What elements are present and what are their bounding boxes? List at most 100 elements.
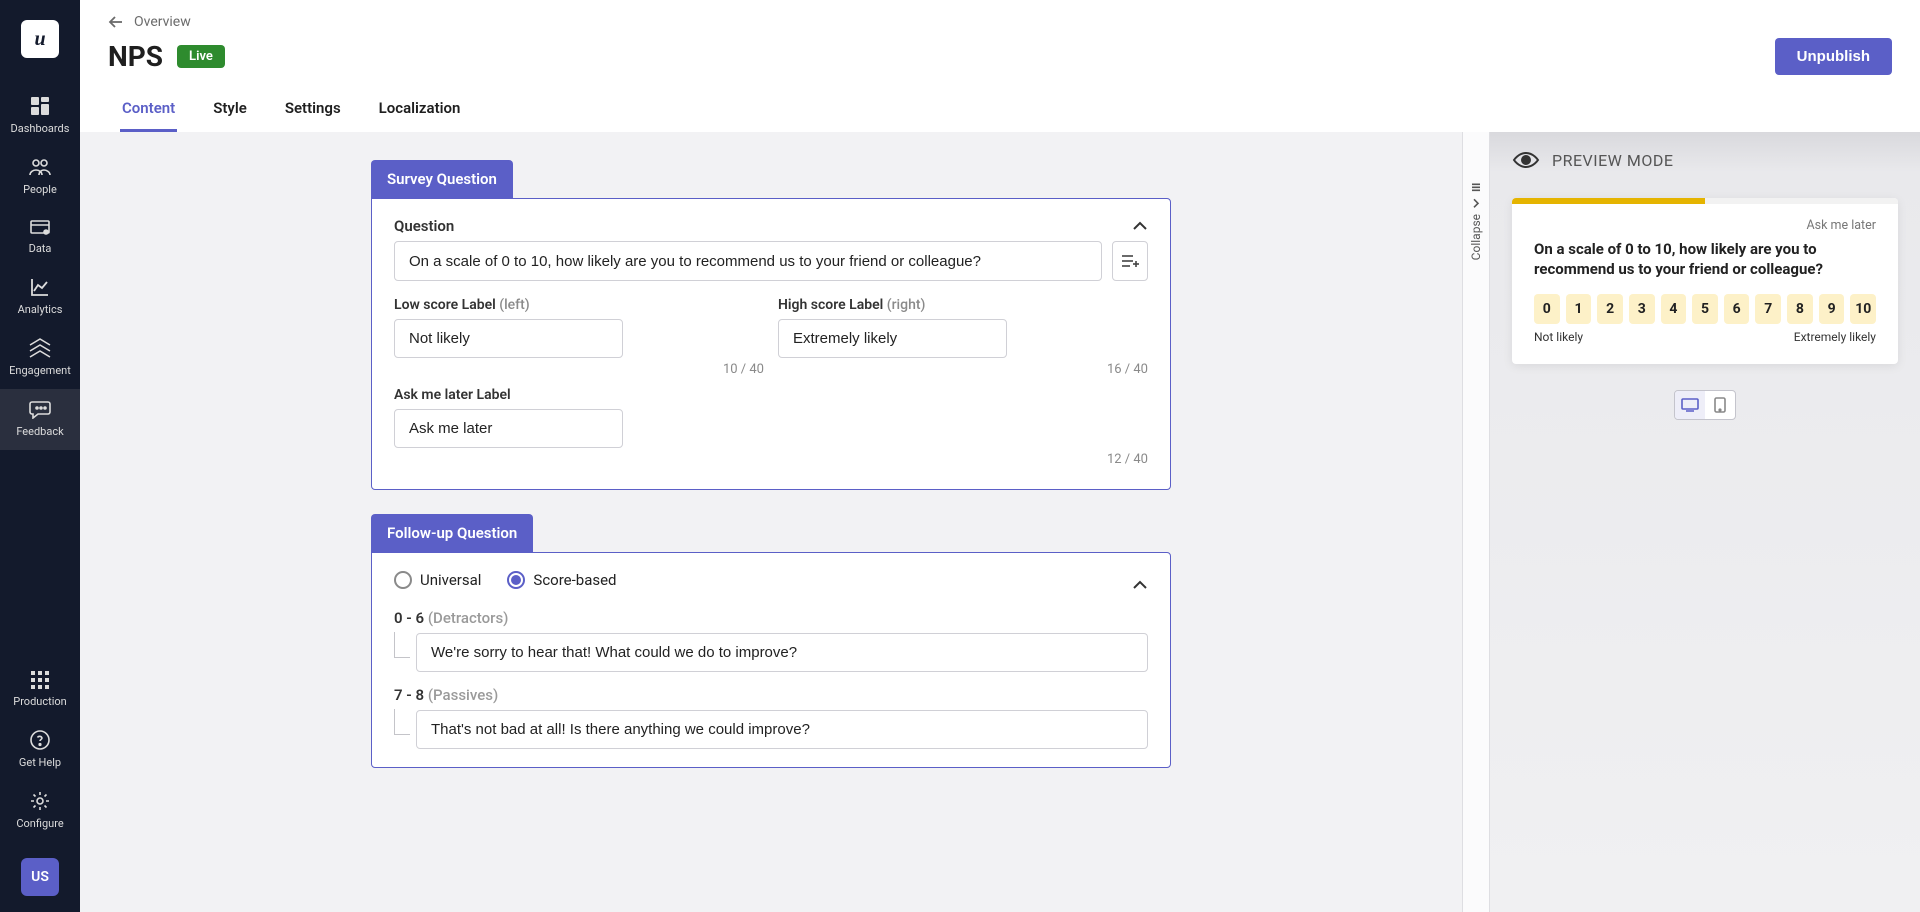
sidebar-item-label: Data	[29, 242, 52, 255]
sidebar-item-data[interactable]: Data	[0, 208, 80, 267]
insert-variable-button[interactable]	[1112, 241, 1148, 281]
low-score-counter: 10 / 40	[394, 362, 764, 377]
chevron-up-icon[interactable]	[1132, 221, 1148, 231]
followup-type-radio: Universal Score-based	[394, 571, 617, 589]
main: Overview NPS Live Unpublish Content Styl…	[80, 0, 1920, 912]
followup-question-card: Universal Score-based 0 - 6 (Detractors)	[371, 552, 1171, 768]
sidebar-item-people[interactable]: People	[0, 147, 80, 208]
sidebar-item-label: People	[23, 183, 57, 196]
breadcrumb[interactable]: Overview	[108, 14, 1892, 30]
device-desktop[interactable]	[1675, 391, 1705, 419]
sidebar-item-label: Production	[13, 695, 66, 708]
chevron-right-icon	[1471, 198, 1481, 208]
arrow-left-icon	[108, 15, 124, 29]
sidebar-item-configure[interactable]: Configure	[0, 781, 80, 842]
card-tab-label: Follow-up Question	[371, 514, 533, 552]
score-9[interactable]: 9	[1819, 294, 1845, 324]
sidebar-item-production[interactable]: Production	[0, 661, 80, 720]
score-7[interactable]: 7	[1755, 294, 1781, 324]
followup-question-block: Follow-up Question Universal Score-based	[371, 514, 1171, 768]
score-5[interactable]: 5	[1692, 294, 1718, 324]
chevron-up-icon[interactable]	[1132, 580, 1148, 590]
radio-icon	[507, 571, 525, 589]
question-input[interactable]	[394, 241, 1102, 281]
feedback-icon	[29, 399, 51, 419]
topbar: Overview NPS Live Unpublish Content Styl…	[80, 0, 1920, 132]
editor-column: Survey Question Question	[80, 132, 1462, 912]
tab-localization[interactable]: Localization	[377, 89, 463, 132]
survey-question-block: Survey Question Question	[371, 160, 1171, 490]
sidebar-item-feedback[interactable]: Feedback	[0, 389, 80, 450]
preview-column: PREVIEW MODE Ask me later On a scale of …	[1490, 132, 1920, 912]
help-icon	[30, 730, 50, 750]
people-icon	[29, 157, 51, 177]
score-0[interactable]: 0	[1534, 294, 1560, 324]
collapse-label: Collapse	[1469, 214, 1483, 260]
detractors-note: (Detractors)	[428, 609, 509, 627]
sidebar-item-label: Analytics	[18, 303, 63, 316]
ask-later-input[interactable]	[394, 409, 623, 448]
preview-question: On a scale of 0 to 10, how likely are yo…	[1534, 239, 1876, 280]
question-label: Question	[394, 217, 454, 235]
tab-settings[interactable]: Settings	[283, 89, 343, 132]
preview-mode-label: PREVIEW MODE	[1552, 151, 1673, 170]
sidebar-item-analytics[interactable]: Analytics	[0, 267, 80, 328]
sidebar-item-engagement[interactable]: Engagement	[0, 328, 80, 389]
data-icon	[29, 218, 51, 236]
org-badge[interactable]: US	[21, 858, 59, 896]
score-1[interactable]: 1	[1566, 294, 1592, 324]
score-10[interactable]: 10	[1850, 294, 1876, 324]
menu-icon	[1471, 182, 1481, 192]
radio-universal[interactable]: Universal	[394, 571, 481, 589]
score-3[interactable]: 3	[1629, 294, 1655, 324]
branch-icon	[394, 709, 410, 735]
gear-icon	[30, 791, 50, 811]
high-score-label: High score Label	[778, 297, 883, 313]
score-8[interactable]: 8	[1787, 294, 1813, 324]
detractors-range: 0 - 6	[394, 609, 424, 627]
page-title: NPS	[108, 40, 163, 73]
analytics-icon	[30, 277, 50, 297]
radio-icon	[394, 571, 412, 589]
unpublish-button[interactable]: Unpublish	[1775, 38, 1892, 75]
passives-range: 7 - 8	[394, 686, 424, 704]
preview-low-label: Not likely	[1534, 330, 1583, 344]
engagement-icon	[29, 338, 51, 358]
high-score-counter: 16 / 40	[778, 362, 1148, 377]
eye-icon	[1512, 150, 1540, 170]
sidebar: u Dashboards People Data Analytics Engag…	[0, 0, 80, 912]
preview-ask-later[interactable]: Ask me later	[1534, 218, 1876, 233]
score-2[interactable]: 2	[1597, 294, 1623, 324]
score-4[interactable]: 4	[1661, 294, 1687, 324]
device-mobile[interactable]	[1705, 391, 1735, 419]
sidebar-item-dashboards[interactable]: Dashboards	[0, 86, 80, 147]
grid-icon	[31, 671, 49, 689]
high-score-input[interactable]	[778, 319, 1007, 358]
score-6[interactable]: 6	[1724, 294, 1750, 324]
ask-later-label: Ask me later Label	[394, 387, 511, 403]
tab-style[interactable]: Style	[211, 89, 249, 132]
detractors-input[interactable]	[416, 633, 1148, 672]
status-badge: Live	[177, 45, 225, 68]
preview-high-label: Extremely likely	[1794, 330, 1876, 344]
low-score-label: Low score Label	[394, 297, 496, 313]
preview-scale: 0 1 2 3 4 5 6 7 8 9 10	[1534, 294, 1876, 324]
ask-later-counter: 12 / 40	[394, 452, 1148, 467]
tab-content[interactable]: Content	[120, 89, 177, 132]
workspace: Survey Question Question	[80, 132, 1920, 912]
logo[interactable]: u	[21, 20, 59, 58]
passives-input[interactable]	[416, 710, 1148, 749]
preview-card: Ask me later On a scale of 0 to 10, how …	[1512, 198, 1898, 364]
sidebar-item-help[interactable]: Get Help	[0, 720, 80, 781]
dashboards-icon	[30, 96, 50, 116]
sidebar-item-label: Engagement	[9, 364, 71, 377]
low-score-input[interactable]	[394, 319, 623, 358]
collapse-rail[interactable]: Collapse	[1462, 132, 1490, 912]
low-score-hint: (left)	[499, 297, 529, 313]
sidebar-item-label: Get Help	[19, 756, 61, 769]
card-tab-label: Survey Question	[371, 160, 513, 198]
branch-icon	[394, 632, 410, 658]
radio-score-based[interactable]: Score-based	[507, 571, 616, 589]
sidebar-item-label: Configure	[16, 817, 63, 830]
survey-question-card: Question Low score Label (left)	[371, 198, 1171, 490]
